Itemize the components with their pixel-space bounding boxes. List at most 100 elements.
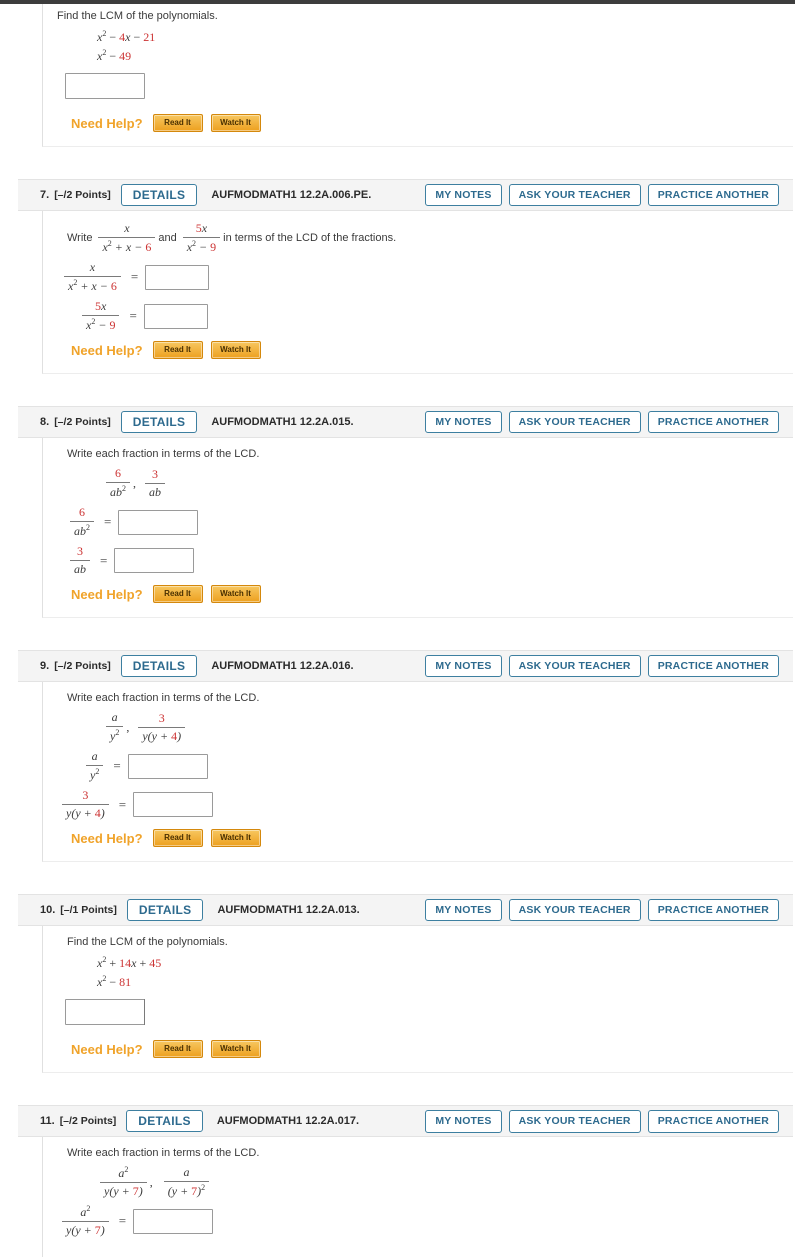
ask-your-teacher-button[interactable]: ASK YOUR TEACHER xyxy=(508,654,641,678)
need-help-label: Need Help? xyxy=(71,586,143,602)
prompt-pre: Write xyxy=(67,232,93,245)
practice-another-button[interactable]: PRACTICE ANOTHER xyxy=(647,183,779,207)
polynomial-line: x2 + 14x + 45 xyxy=(97,955,162,971)
question-card-7: 7. [–/2 Points] DETAILS AUFMODMATH1 12.2… xyxy=(0,179,795,375)
read-it-button[interactable]: Read It xyxy=(152,341,203,360)
question-body-10: Find the LCM of the polynomials. x2 + 14… xyxy=(42,926,793,1074)
practice-another-button[interactable]: PRACTICE ANOTHER xyxy=(647,410,779,434)
question-prompt: Write each fraction in terms of the LCD. xyxy=(67,692,260,705)
ask-your-teacher-button[interactable]: ASK YOUR TEACHER xyxy=(508,183,641,207)
question-header-7: 7. [–/2 Points] DETAILS AUFMODMATH1 12.2… xyxy=(18,179,793,212)
need-help-row: Need Help? Read It Watch It xyxy=(71,829,793,848)
question-prompt: Write each fraction in terms of the LCD. xyxy=(67,448,260,461)
details-button[interactable]: DETAILS xyxy=(126,1110,203,1133)
watch-it-button[interactable]: Watch It xyxy=(210,341,261,360)
fraction-lhs: 6 ab2 xyxy=(70,505,94,539)
comma: , xyxy=(126,719,130,734)
answer-input[interactable] xyxy=(65,73,145,100)
my-notes-button[interactable]: MY NOTES xyxy=(425,654,502,678)
question-prompt: Write each fraction in terms of the LCD. xyxy=(67,1147,260,1160)
details-button[interactable]: DETAILS xyxy=(120,655,198,678)
question-card-8: 8. [–/2 Points] DETAILS AUFMODMATH1 12.2… xyxy=(0,406,795,619)
question-number: 8. xyxy=(40,416,50,429)
question-prompt: Find the LCM of the polynomials. xyxy=(67,936,228,949)
practice-another-button[interactable]: PRACTICE ANOTHER xyxy=(647,654,779,678)
details-button[interactable]: DETAILS xyxy=(120,184,198,207)
equals-sign: = xyxy=(130,269,139,285)
answer-input[interactable] xyxy=(145,264,210,290)
question-code: AUFMODMATH1 12.2A.016. xyxy=(211,660,354,673)
details-button[interactable]: DETAILS xyxy=(126,899,204,922)
read-it-button[interactable]: Read It xyxy=(152,585,203,604)
read-it-button[interactable]: Read It xyxy=(152,114,203,133)
question-prompt: Find the LCM of the polynomials. xyxy=(57,10,218,22)
practice-another-button[interactable]: PRACTICE ANOTHER xyxy=(647,898,779,922)
question-actions: MY NOTES ASK YOUR TEACHER PRACTICE ANOTH… xyxy=(425,410,779,434)
polynomial-list: x2 − 4x − 21 x2 − 49 xyxy=(97,28,793,65)
question-header-10: 10. [–/1 Points] DETAILS AUFMODMATH1 12.… xyxy=(18,894,793,927)
equals-sign: = xyxy=(100,552,108,568)
need-help-row: Need Help? Read It Watch It xyxy=(71,341,793,360)
my-notes-button[interactable]: MY NOTES xyxy=(425,1110,502,1133)
question-card-9: 9. [–/2 Points] DETAILS AUFMODMATH1 12.2… xyxy=(0,650,795,863)
question-code: AUFMODMATH1 12.2A.013. xyxy=(217,904,360,917)
ask-your-teacher-button[interactable]: ASK YOUR TEACHER xyxy=(508,898,641,922)
my-notes-button[interactable]: MY NOTES xyxy=(425,183,502,207)
ask-your-teacher-button[interactable]: ASK YOUR TEACHER xyxy=(508,1110,641,1133)
fraction-lhs: a y2 xyxy=(86,749,104,783)
question-header-11: 11. [–/2 Points] DETAILS AUFMODMATH1 12.… xyxy=(18,1105,793,1138)
ask-your-teacher-button[interactable]: ASK YOUR TEACHER xyxy=(508,410,641,434)
answer-input[interactable] xyxy=(65,999,145,1026)
question-body-8: Write each fraction in terms of the LCD.… xyxy=(42,438,793,619)
prompt-mid: and xyxy=(158,232,177,245)
question-points: [–/2 Points] xyxy=(54,660,111,673)
watch-it-button[interactable]: Watch It xyxy=(210,1040,261,1059)
answer-input[interactable] xyxy=(118,509,199,535)
fraction-pair: 6 ab2 , 3 ab xyxy=(103,466,793,500)
question-actions: MY NOTES ASK YOUR TEACHER PRACTICE ANOTH… xyxy=(425,898,779,922)
details-button[interactable]: DETAILS xyxy=(120,411,198,434)
watch-it-button[interactable]: Watch It xyxy=(210,585,261,604)
answer-row: 3 y(y + 4) = xyxy=(59,788,793,821)
question-card-6: Find the LCM of the polynomials. x2 − 4x… xyxy=(0,4,795,148)
watch-it-button[interactable]: Watch It xyxy=(210,114,261,133)
need-help-label: Need Help? xyxy=(71,1041,143,1057)
question-code: AUFMODMATH1 12.2A.015. xyxy=(211,416,354,429)
need-help-row: Need Help? Read It Watch It xyxy=(71,585,793,604)
fraction-lhs: 3 ab xyxy=(70,544,90,577)
fraction-lhs: 5x x2 − 9 xyxy=(82,299,120,333)
question-body-6: Find the LCM of the polynomials. x2 − 4x… xyxy=(42,4,793,148)
answer-input[interactable] xyxy=(114,548,195,574)
my-notes-button[interactable]: MY NOTES xyxy=(425,898,502,922)
read-it-button[interactable]: Read It xyxy=(152,829,203,848)
need-help-row: Need Help? Read It Watch It xyxy=(71,114,793,133)
practice-another-button[interactable]: PRACTICE ANOTHER xyxy=(647,1110,779,1133)
question-header-9: 9. [–/2 Points] DETAILS AUFMODMATH1 12.2… xyxy=(18,650,793,683)
answer-row: 6 ab2 = xyxy=(67,505,793,539)
question-body-9: Write each fraction in terms of the LCD.… xyxy=(42,682,793,863)
answer-input[interactable] xyxy=(143,303,208,329)
fraction-lhs: x x2 + x − 6 xyxy=(64,260,121,294)
question-card-11: 11. [–/2 Points] DETAILS AUFMODMATH1 12.… xyxy=(0,1105,795,1257)
fraction-lhs: 3 y(y + 4) xyxy=(62,788,109,821)
answer-input[interactable] xyxy=(133,792,214,818)
fraction-1: 6 ab2 xyxy=(106,466,130,500)
equals-sign: = xyxy=(118,796,127,812)
fraction-2: a (y + 7)2 xyxy=(163,1165,210,1199)
my-notes-button[interactable]: MY NOTES xyxy=(425,410,502,434)
answer-row: a y2 = xyxy=(83,749,793,783)
fraction-pair: a2 y(y + 7) , a (y + 7)2 xyxy=(97,1165,793,1199)
answer-input[interactable] xyxy=(133,1208,214,1234)
question-actions: MY NOTES ASK YOUR TEACHER PRACTICE ANOTH… xyxy=(425,654,779,678)
polynomial-list: x2 + 14x + 45 x2 − 81 xyxy=(97,954,793,991)
answer-input[interactable] xyxy=(127,753,208,779)
read-it-button[interactable]: Read It xyxy=(152,1040,203,1059)
question-points: [–/2 Points] xyxy=(59,1115,117,1128)
question-header-8: 8. [–/2 Points] DETAILS AUFMODMATH1 12.2… xyxy=(18,406,793,439)
watch-it-button[interactable]: Watch It xyxy=(210,829,261,848)
polynomial-line: x2 − 4x − 21 xyxy=(97,29,156,44)
